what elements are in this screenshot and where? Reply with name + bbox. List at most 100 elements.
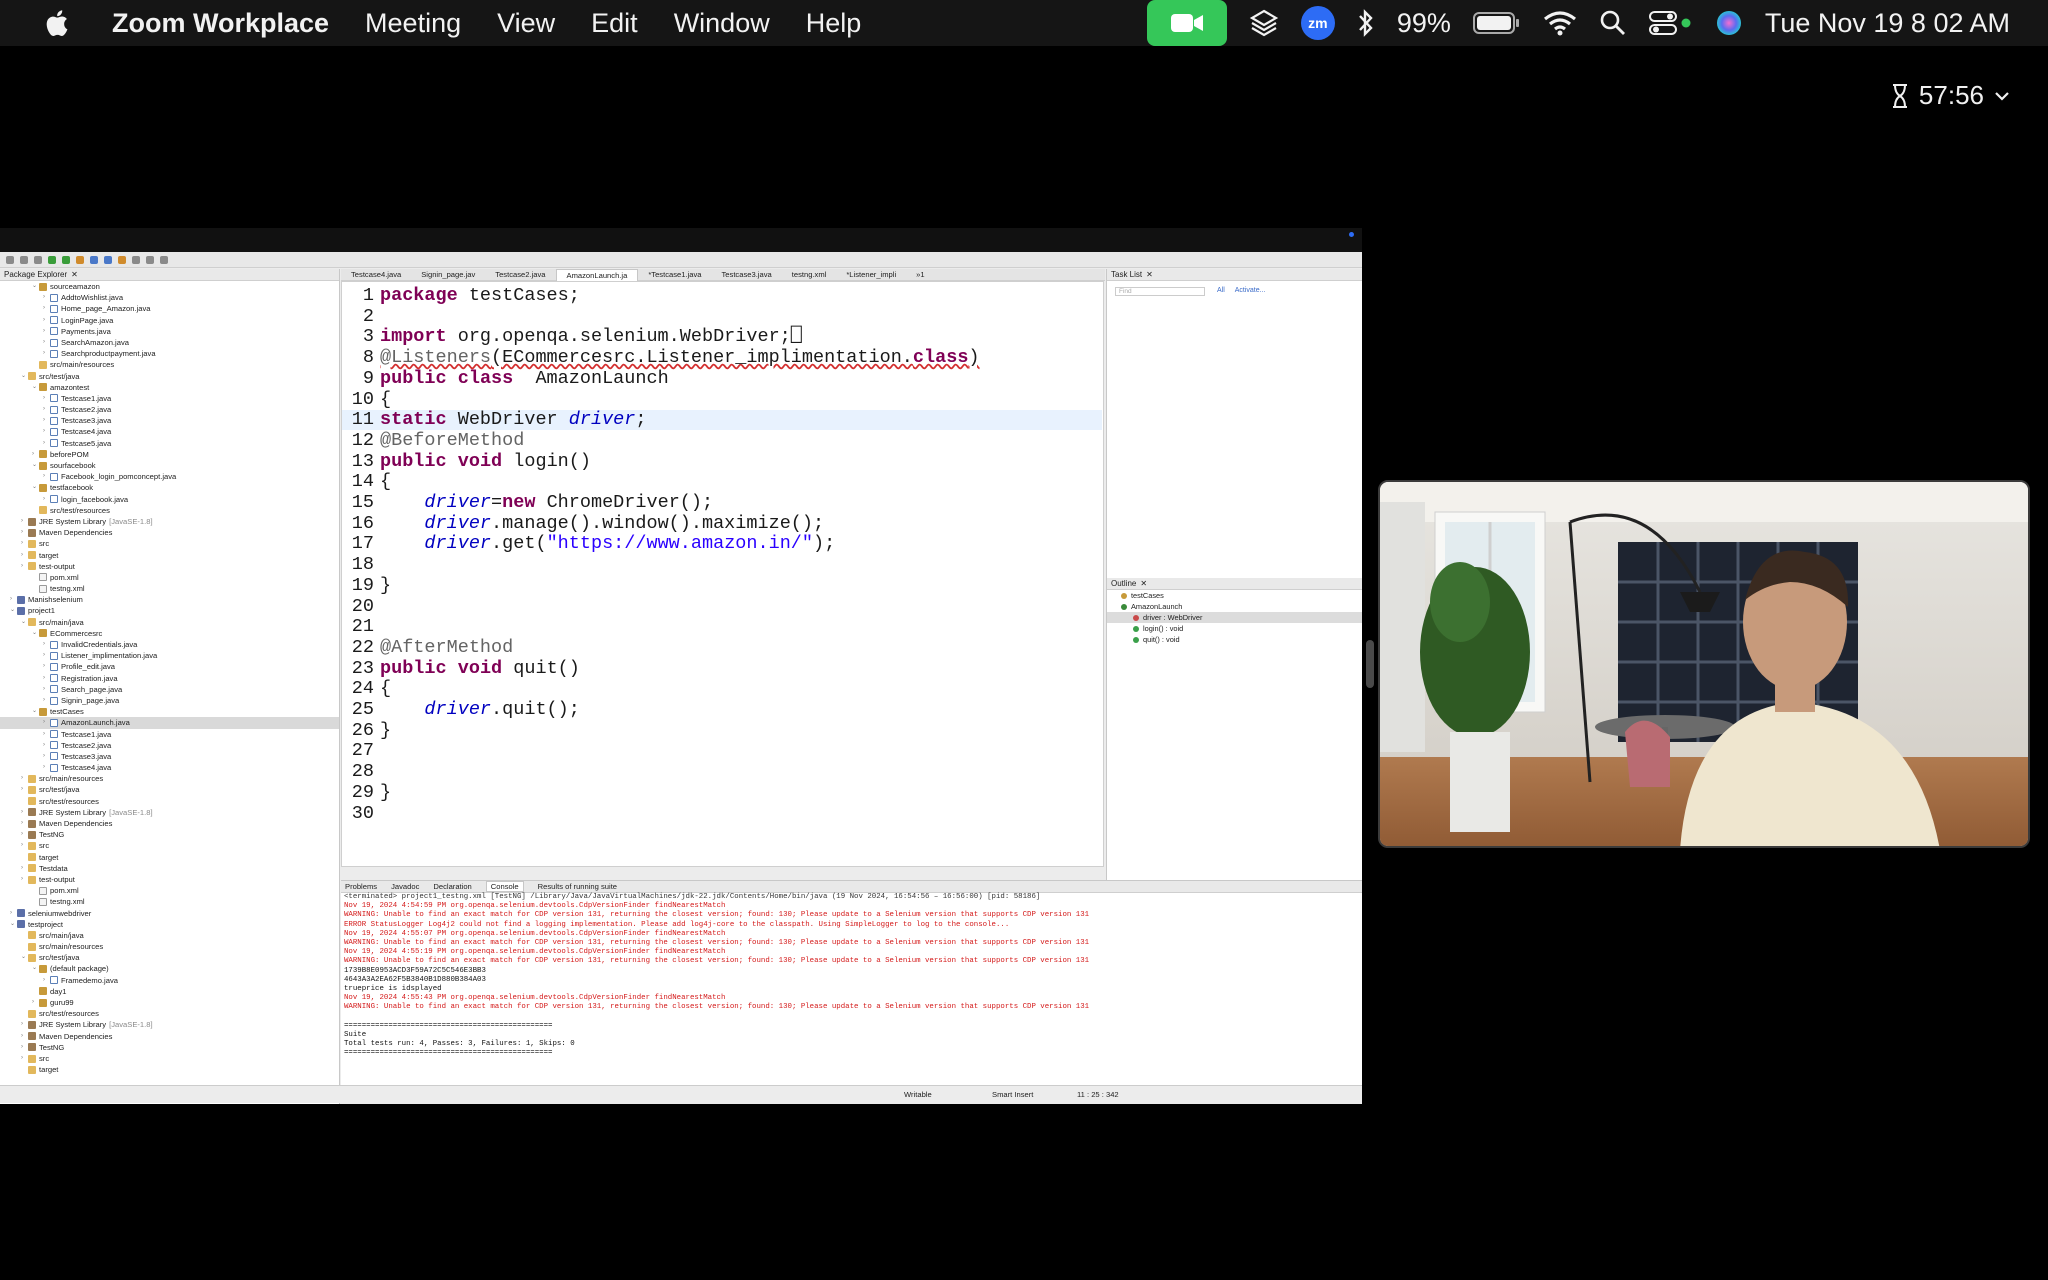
tree-item[interactable]: ⌄ amazontest — [0, 382, 339, 393]
chevron-right-icon[interactable]: › — [21, 840, 28, 851]
tree-item[interactable]: › LoginPage.java — [0, 315, 339, 326]
chevron-down-icon[interactable]: ⌄ — [10, 919, 17, 930]
tree-item[interactable]: › Testcase5.java — [0, 438, 339, 449]
menu-window[interactable]: Window — [674, 8, 770, 39]
open-type-icon[interactable] — [118, 255, 126, 264]
chevron-right-icon[interactable]: › — [43, 975, 50, 986]
code-line[interactable]: 28 — [342, 762, 1102, 782]
code-line[interactable]: 20 — [342, 596, 1102, 617]
package-tree[interactable]: ⌄ sourceamazon › AddtoWishlist.java › Home_pa… — [0, 281, 339, 1075]
tree-item[interactable]: › JRE System Library [JavaSE-1.8] — [0, 1019, 339, 1030]
chevron-right-icon[interactable]: › — [43, 426, 50, 437]
tree-item[interactable]: › Framedemo.java — [0, 975, 339, 986]
chevron-right-icon[interactable]: › — [21, 818, 28, 829]
camera-status-icon[interactable] — [1146, 0, 1227, 46]
code-line[interactable]: 30 — [342, 803, 1102, 824]
code-line[interactable]: 22 @AfterMethod — [342, 637, 1102, 658]
chevron-right-icon[interactable]: › — [43, 315, 50, 326]
tree-item[interactable]: › src/main/resources — [0, 773, 339, 784]
tree-item[interactable]: › Facebook_login_pomconcept.java — [0, 471, 339, 482]
editor-tab[interactable]: testng.xml — [782, 270, 837, 279]
editor-tab[interactable]: »1 — [906, 270, 934, 279]
outline-item[interactable]: driver : WebDriver — [1107, 612, 1362, 623]
chevron-right-icon[interactable]: › — [10, 908, 17, 919]
tree-item[interactable]: target — [0, 852, 339, 863]
tree-item[interactable]: testng.xml — [0, 896, 339, 907]
chevron-right-icon[interactable]: › — [43, 348, 50, 359]
tree-item[interactable]: pom.xml — [0, 885, 339, 896]
editor-tab[interactable]: *Listener_impli — [836, 270, 906, 279]
tree-item[interactable]: › src — [0, 1053, 339, 1064]
tree-item[interactable]: › Testcase3.java — [0, 415, 339, 426]
code-line[interactable]: 16 driver.manage().window().maximize(); — [342, 513, 1102, 534]
tree-item[interactable]: src/test/resources — [0, 505, 339, 516]
gallery-scroll-handle[interactable] — [1366, 640, 1374, 688]
tree-item[interactable]: › Maven Dependencies — [0, 818, 339, 829]
tree-item[interactable]: › TestNG — [0, 829, 339, 840]
tree-item[interactable]: ⌄ testCases — [0, 706, 339, 717]
chevron-right-icon[interactable]: › — [43, 729, 50, 740]
chevron-right-icon[interactable]: › — [43, 661, 50, 672]
shared-screen-eclipse-ide[interactable]: Package Explorer ✕ ⌄ sourceamazon › AddtoWi… — [0, 252, 1362, 1104]
code-line[interactable]: 15 driver=new ChromeDriver(); — [342, 493, 1102, 513]
menu-help[interactable]: Help — [806, 8, 862, 39]
chevron-right-icon[interactable]: › — [43, 717, 50, 728]
tree-item[interactable]: ⌄ (default package) — [0, 963, 339, 974]
chevron-right-icon[interactable]: › — [43, 494, 50, 505]
chevron-right-icon[interactable]: › — [43, 740, 50, 751]
save-icon[interactable] — [20, 255, 28, 264]
console-tab[interactable]: Declaration — [433, 882, 471, 891]
editor-tab[interactable]: AmazonLaunch.ja — [555, 268, 639, 281]
tree-item[interactable]: › Payments.java — [0, 326, 339, 337]
chevron-right-icon[interactable]: › — [43, 650, 50, 661]
tree-item[interactable]: › test-output — [0, 561, 339, 572]
bluetooth-icon[interactable] — [1357, 0, 1375, 46]
console-panel[interactable]: Problems Javadoc Declaration Console Results… — [341, 880, 1362, 1085]
zoom-app-icon[interactable]: zm — [1300, 0, 1335, 46]
chevron-down-icon[interactable]: ⌄ — [32, 460, 39, 471]
back-icon[interactable] — [146, 255, 154, 264]
tree-item[interactable]: ⌄ project1 — [0, 605, 339, 616]
chevron-right-icon[interactable]: › — [43, 673, 50, 684]
tree-item[interactable]: › login_facebook.java — [0, 494, 339, 505]
tree-item[interactable]: › src — [0, 840, 339, 851]
chevron-down-icon[interactable]: ⌄ — [32, 963, 39, 974]
menu-meeting[interactable]: Meeting — [365, 8, 461, 39]
menu-edit[interactable]: Edit — [591, 8, 638, 39]
chevron-down-icon[interactable]: ⌄ — [21, 371, 28, 382]
tree-item[interactable]: › src — [0, 538, 339, 549]
print-icon[interactable] — [34, 255, 42, 264]
code-line[interactable]: 8 @Listeners(ECommercesrc.Listener_implim… — [342, 348, 1102, 368]
tree-item[interactable]: src/test/resources — [0, 1008, 339, 1019]
wifi-icon[interactable] — [1543, 0, 1577, 46]
tree-item[interactable]: › Manishselenium — [0, 594, 339, 605]
apple-logo-icon[interactable] — [42, 8, 70, 38]
chevron-right-icon[interactable]: › — [43, 404, 50, 415]
meeting-timer[interactable]: 57:56 — [1891, 80, 2010, 111]
tree-item[interactable]: ⌄ sourfacebook — [0, 460, 339, 471]
chevron-down-icon[interactable]: ⌄ — [32, 628, 39, 639]
chevron-right-icon[interactable]: › — [21, 1053, 28, 1064]
chevron-down-icon[interactable]: ⌄ — [32, 382, 39, 393]
new-package-icon[interactable] — [104, 255, 112, 264]
console-output[interactable]: <terminated> project1_testng.xml [TestNG… — [341, 893, 1362, 1058]
tree-item[interactable]: › InvalidCredentials.java — [0, 639, 339, 650]
code-line[interactable]: 24 { — [342, 679, 1102, 699]
tree-item[interactable]: › JRE System Library [JavaSE-1.8] — [0, 807, 339, 818]
code-line[interactable]: 21 — [342, 617, 1102, 637]
tree-item[interactable]: › target — [0, 550, 339, 561]
console-tab[interactable]: Console — [485, 881, 524, 892]
code-line[interactable]: 10 { — [342, 389, 1102, 410]
tree-item[interactable]: › beforePOM — [0, 449, 339, 460]
new-file-icon[interactable] — [6, 255, 14, 264]
tree-item[interactable]: › src/test/java — [0, 784, 339, 795]
tree-item[interactable]: pom.xml — [0, 572, 339, 583]
code-line[interactable]: 14 { — [342, 472, 1102, 492]
chevron-right-icon[interactable]: › — [43, 326, 50, 337]
console-tab[interactable]: Results of running suite — [538, 882, 617, 891]
code-line[interactable]: 11 static WebDriver driver; — [342, 410, 1102, 431]
tree-item[interactable]: › Testcase2.java — [0, 404, 339, 415]
tree-item[interactable]: ⌄ ECommercesrc — [0, 628, 339, 639]
close-icon[interactable]: ✕ — [1146, 270, 1153, 279]
code-line[interactable]: 17 driver.get("https://www.amazon.in/"); — [342, 534, 1102, 554]
